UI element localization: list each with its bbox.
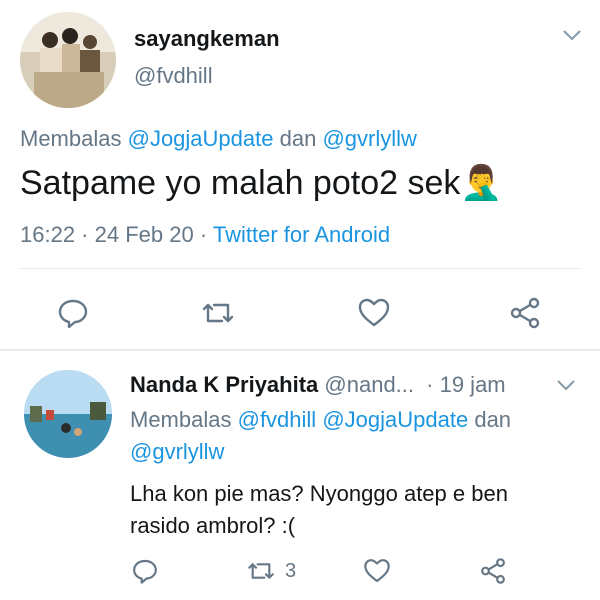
- facepalm-emoji: 🤦‍♂️: [460, 164, 503, 202]
- retweet-count: 3: [285, 560, 297, 582]
- main-display-name[interactable]: sayangkeman: [134, 26, 280, 52]
- reply-chevron-down-icon[interactable]: [556, 378, 576, 392]
- reply-mention-link[interactable]: @gvrlyllw: [322, 126, 416, 151]
- reply-handle[interactable]: @nand...: [324, 372, 414, 397]
- reply-prefix: Membalas: [20, 126, 122, 151]
- tweet-text: Satpame yo malah poto2 sek: [20, 164, 461, 202]
- main-handle[interactable]: @fvdhill: [134, 63, 213, 89]
- main-timestamp-row: 16:22 · 24 Feb 20 · Twitter for Android: [20, 222, 391, 247]
- reply-tweet-text: Lha kon pie mas? Nyonggo atep e ben rasi…: [130, 478, 508, 542]
- reply-reply-icon[interactable]: [130, 556, 160, 586]
- reply-text-line: Lha kon pie mas? Nyonggo atep e ben: [130, 481, 508, 506]
- main-avatar[interactable]: [20, 12, 116, 108]
- reply-time-ago[interactable]: · 19 jam: [426, 372, 505, 397]
- reply-text-line: rasido ambrol? :(: [130, 513, 296, 538]
- main-avatar-photo: [20, 12, 116, 108]
- tweet-date: 24 Feb 20: [94, 222, 194, 247]
- section-divider: [0, 349, 600, 351]
- reply-display-name[interactable]: Nanda K Priyahita: [130, 372, 318, 397]
- reply-share-icon[interactable]: [478, 556, 508, 586]
- reply-context: Membalas @fvdhill @JogjaUpdate dan @gvrl…: [130, 404, 580, 468]
- main-reply-context: Membalas @JogjaUpdate dan @gvrlyllw: [20, 126, 417, 152]
- reply-prefix: Membalas: [130, 407, 232, 432]
- reply-join: dan: [279, 126, 317, 151]
- reply-mention-link[interactable]: @JogjaUpdate: [322, 407, 468, 432]
- divider: [20, 268, 580, 269]
- reply-header: Nanda K Priyahita @nand... · 19 jam: [130, 372, 506, 398]
- reply-join: dan: [474, 407, 512, 432]
- retweet-icon[interactable]: [198, 295, 238, 331]
- reply-mention-link[interactable]: @JogjaUpdate: [128, 126, 274, 151]
- share-icon[interactable]: [507, 295, 543, 331]
- tweet-time: 16:22: [20, 222, 76, 247]
- main-chevron-down-icon[interactable]: [562, 28, 582, 42]
- tweet-source-link[interactable]: Twitter for Android: [213, 222, 390, 247]
- main-tweet-text: Satpame yo malah poto2 sek🤦‍♂️: [20, 163, 503, 203]
- reply-like-icon[interactable]: [362, 556, 392, 586]
- like-icon[interactable]: [356, 295, 392, 331]
- reply-avatar-photo: [24, 370, 112, 458]
- reply-avatar[interactable]: [24, 370, 112, 458]
- reply-icon[interactable]: [55, 295, 91, 331]
- reply-mention-link[interactable]: @fvdhill: [238, 407, 317, 432]
- reply-mention-link[interactable]: @gvrlyllw: [130, 439, 224, 464]
- reply-retweet-icon[interactable]: [244, 556, 278, 586]
